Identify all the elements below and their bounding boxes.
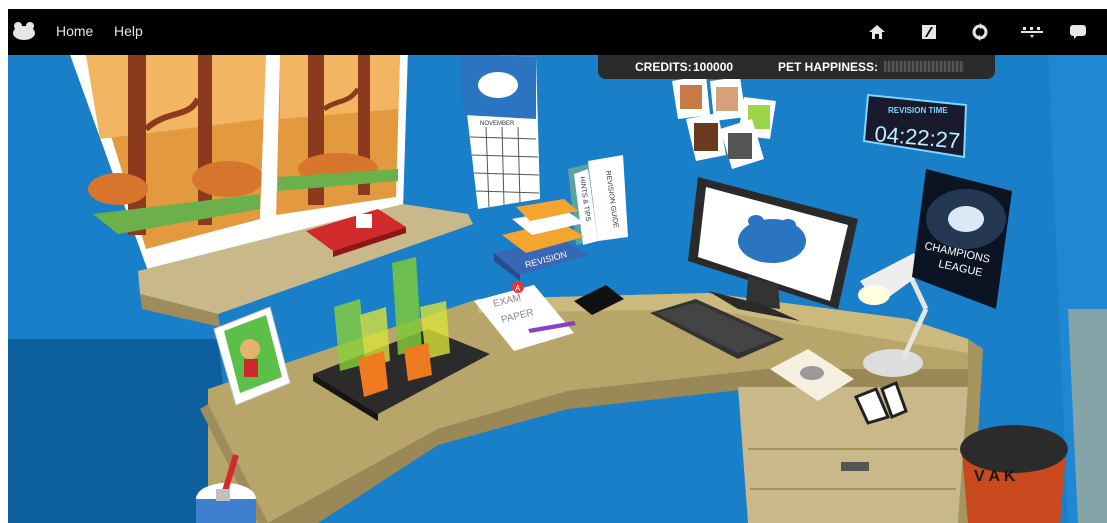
- room-illustration: NOVEMBER REVISION GUIDE HINTS & TIPS REV…: [8, 9, 1107, 523]
- bin-letters: V A K: [974, 468, 1016, 485]
- frog-logo-icon[interactable]: [12, 21, 36, 41]
- credits-label: CREDITS:: [635, 60, 692, 74]
- recycle-icon[interactable]: [971, 23, 989, 41]
- waste-bin: V A K: [960, 425, 1068, 523]
- credits-value: 100000: [693, 60, 734, 74]
- status-bar: CREDITS: 100000 PET HAPPINESS:: [598, 55, 995, 79]
- flip-icon[interactable]: [920, 23, 938, 41]
- sliders-icon[interactable]: [1019, 23, 1045, 41]
- clock-title: REVISION TIME: [888, 106, 948, 115]
- pet-happiness-label: PET HAPPINESS:: [778, 60, 879, 74]
- house-icon[interactable]: [868, 23, 886, 41]
- chat-icon[interactable]: [1069, 23, 1087, 41]
- calendar-month: NOVEMBER: [480, 121, 515, 127]
- pet-happiness-meter: [884, 61, 964, 72]
- top-navigation-bar: Home Help: [8, 9, 1107, 55]
- exam-grade: A: [515, 284, 521, 293]
- nav-help-link[interactable]: Help: [114, 23, 143, 39]
- room-scene: NOVEMBER REVISION GUIDE HINTS & TIPS REV…: [8, 9, 1107, 523]
- nav-home-link[interactable]: Home: [56, 23, 93, 39]
